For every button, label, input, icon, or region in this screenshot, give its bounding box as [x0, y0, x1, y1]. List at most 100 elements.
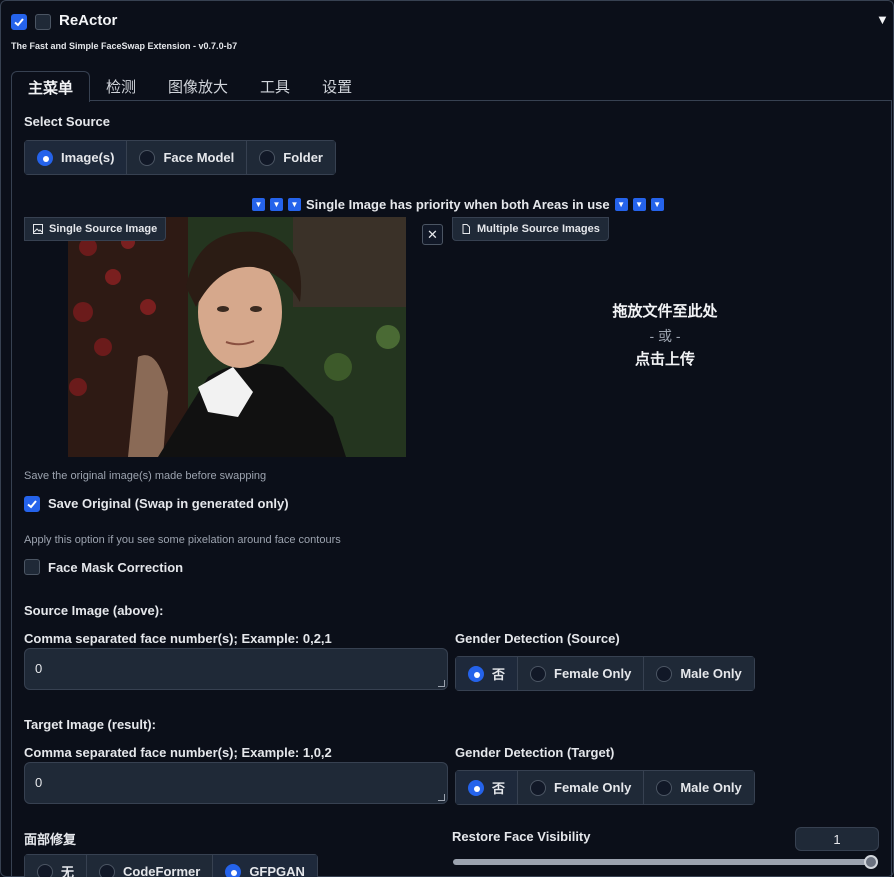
slider-handle[interactable] — [864, 855, 878, 869]
panel-title: ReActor — [59, 12, 118, 29]
dropzone-or: - 或 - — [649, 328, 681, 344]
tab-upscale[interactable]: 图像放大 — [152, 71, 244, 102]
source-gender-none-label: 否 — [492, 667, 506, 682]
resize-grip-icon[interactable] — [438, 680, 445, 687]
radio-dot — [139, 149, 156, 166]
accordion-checkbox[interactable] — [35, 14, 51, 30]
target-gender-male-label: Male Only — [680, 780, 742, 795]
dropzone-text: 拖放文件至此处 — [612, 303, 718, 320]
clear-image-button[interactable]: ✕ — [422, 224, 443, 245]
select-source-radio-group: Image(s) Face Model Folder — [24, 140, 336, 175]
source-gender-label: Gender Detection (Source) — [455, 631, 620, 646]
image-icon — [33, 224, 43, 234]
radio-dot — [656, 665, 673, 682]
face-restore-gfpgan[interactable]: GFPGAN — [213, 855, 317, 877]
face-restore-gfpgan-label: GFPGAN — [249, 864, 305, 877]
target-gender-female[interactable]: Female Only — [518, 771, 645, 804]
source-faces-label: Comma separated face number(s); Example:… — [24, 631, 332, 646]
target-gender-radio-group: 否 Female Only Male Only — [455, 770, 755, 805]
tab-bar: 主菜单 检测 图像放大 工具 设置 — [11, 71, 368, 102]
face-restore-none[interactable]: 无 — [25, 855, 88, 877]
radio-dot — [99, 863, 116, 877]
single-source-image-label: Single Source Image — [24, 217, 167, 241]
source-gender-radio-group: 否 Female Only Male Only — [455, 656, 755, 691]
restore-visibility-label: Restore Face Visibility — [452, 829, 591, 844]
panel-subtitle: The Fast and Simple FaceSwap Extension -… — [11, 41, 238, 51]
face-mask-label: Face Mask Correction — [48, 560, 184, 575]
radio-dot — [225, 863, 242, 877]
enable-checkbox[interactable] — [11, 14, 27, 30]
priority-note-text: Single Image has priority when both Area… — [306, 197, 610, 212]
source-gender-none[interactable]: 否 — [456, 657, 519, 690]
target-gender-label: Gender Detection (Target) — [455, 745, 615, 760]
radio-dot — [530, 665, 547, 682]
radio-dot — [468, 779, 484, 796]
source-photo — [68, 217, 406, 457]
radio-dot — [37, 149, 53, 166]
face-restore-label: 面部修复 — [24, 832, 77, 847]
source-gender-female[interactable]: Female Only — [518, 657, 645, 690]
save-original-label: Save Original (Swap in generated only) — [48, 496, 289, 511]
restore-visibility-value: 1 — [833, 831, 841, 847]
restore-visibility-slider[interactable] — [453, 859, 877, 865]
source-option-folder[interactable]: Folder — [247, 141, 335, 174]
source-faces-input[interactable]: 0 — [24, 648, 448, 690]
source-gender-female-label: Female Only — [554, 666, 632, 681]
face-restore-radio-group: 无 CodeFormer GFPGAN — [24, 854, 318, 877]
down-arrow-icon: ▼ — [650, 198, 664, 211]
down-arrow-icon: ▼ — [614, 198, 628, 211]
source-option-folder-label: Folder — [283, 150, 323, 165]
source-image-preview[interactable] — [68, 217, 406, 457]
face-restore-none-label: 无 — [61, 865, 75, 877]
target-gender-female-label: Female Only — [554, 780, 632, 795]
restore-visibility-input[interactable]: 1 — [795, 827, 879, 851]
save-original-info: Save the original image(s) made before s… — [24, 470, 267, 482]
target-faces-value: 0 — [35, 775, 43, 790]
target-faces-input[interactable]: 0 — [24, 762, 448, 804]
multiple-source-images-label: Multiple Source Images — [452, 217, 609, 241]
face-mask-checkbox[interactable] — [24, 559, 40, 575]
source-image-heading: Source Image (above): — [24, 603, 164, 618]
check-icon — [14, 18, 24, 27]
target-gender-none[interactable]: 否 — [456, 771, 519, 804]
source-gender-male[interactable]: Male Only — [644, 657, 754, 690]
select-source-label: Select Source — [24, 114, 110, 129]
file-dropzone[interactable]: 拖放文件至此处 - 或 - 点击上传 — [455, 300, 875, 372]
source-option-images-label: Image(s) — [61, 150, 115, 165]
source-option-face-model[interactable]: Face Model — [127, 141, 248, 174]
radio-dot — [37, 863, 53, 877]
target-gender-none-label: 否 — [492, 781, 506, 796]
resize-grip-icon[interactable] — [438, 794, 445, 801]
check-icon — [27, 500, 37, 509]
file-icon — [462, 224, 470, 234]
radio-dot — [468, 665, 484, 682]
source-option-images[interactable]: Image(s) — [25, 141, 128, 174]
down-arrow-icon: ▼ — [252, 198, 265, 211]
target-faces-label: Comma separated face number(s); Example:… — [24, 745, 332, 760]
target-image-heading: Target Image (result): — [24, 717, 156, 732]
collapse-triangle-icon[interactable]: ▼ — [876, 12, 889, 27]
tab-main-menu[interactable]: 主菜单 — [11, 71, 91, 102]
single-source-image-text: Single Source Image — [49, 223, 158, 235]
priority-note: ▼ ▼ ▼ Single Image has priority when bot… — [252, 197, 664, 212]
dropzone-upload-text: 点击上传 — [634, 351, 695, 368]
target-gender-male[interactable]: Male Only — [644, 771, 754, 804]
multiple-source-images-text: Multiple Source Images — [477, 223, 600, 235]
radio-dot — [259, 149, 276, 166]
down-arrow-icon: ▼ — [288, 198, 301, 211]
tab-detection[interactable]: 检测 — [90, 71, 152, 102]
radio-dot — [530, 779, 547, 796]
save-original-checkbox[interactable] — [24, 496, 40, 512]
face-restore-codeformer-label: CodeFormer — [123, 864, 201, 877]
face-restore-codeformer[interactable]: CodeFormer — [87, 855, 214, 877]
face-mask-info: Apply this option if you see some pixela… — [24, 534, 341, 546]
source-gender-male-label: Male Only — [680, 666, 742, 681]
close-icon: ✕ — [427, 226, 438, 242]
source-option-face-model-label: Face Model — [163, 150, 235, 165]
down-arrow-icon: ▼ — [632, 198, 646, 211]
tab-settings[interactable]: 设置 — [306, 71, 368, 102]
tab-tools[interactable]: 工具 — [244, 71, 306, 102]
source-faces-value: 0 — [35, 661, 43, 676]
radio-dot — [656, 779, 673, 796]
down-arrow-icon: ▼ — [270, 198, 283, 211]
